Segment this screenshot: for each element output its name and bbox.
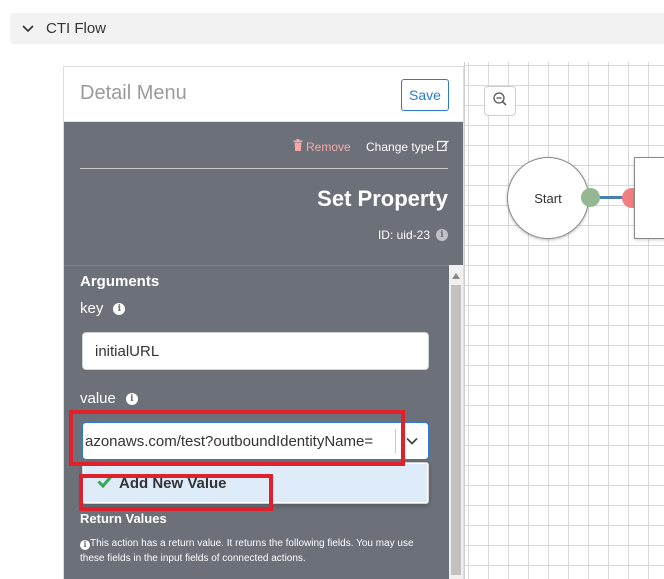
highlight-add-new-value (79, 474, 273, 511)
change-type-button[interactable]: Change type (366, 139, 449, 154)
node-id-text: ID: uid-23 (377, 228, 430, 242)
return-values-heading: Return Values (80, 511, 167, 526)
key-label: key i (80, 300, 126, 317)
highlight-value-field (69, 410, 405, 466)
panel-title: Detail Menu (80, 82, 187, 104)
info-icon: i (80, 539, 90, 550)
start-node[interactable]: Start (507, 157, 589, 239)
set-property-node[interactable] (634, 157, 664, 239)
info-icon[interactable]: i (436, 229, 448, 241)
scrollbar-thumb[interactable] (451, 285, 461, 575)
return-values-description: i This action has a return value. It retu… (80, 536, 440, 566)
info-icon[interactable]: i (125, 392, 138, 405)
panel-scrollbar[interactable] (449, 265, 463, 579)
start-node-label: Start (534, 190, 562, 206)
zoom-out-icon (492, 91, 508, 112)
value-label-text: value (80, 390, 116, 407)
value-label: value i (80, 390, 138, 407)
info-icon[interactable]: i (113, 302, 126, 315)
flow-canvas[interactable] (464, 62, 664, 579)
app-root: CTI Flow Start Detail Menu Save Remove C… (0, 0, 664, 579)
zoom-out-button[interactable] (484, 86, 516, 116)
arguments-heading: Arguments (80, 273, 160, 290)
node-id: ID: uid-23 i (378, 228, 448, 242)
flow-connector (598, 196, 624, 199)
return-values-text: This action has a return value. It retur… (80, 538, 414, 564)
key-label-text: key (80, 300, 104, 317)
section-header-cti-flow[interactable]: CTI Flow (10, 13, 664, 44)
panel-header: Detail Menu Save (64, 67, 463, 122)
change-type-label: Change type (366, 139, 435, 154)
edit-icon (436, 139, 449, 154)
remove-label: Remove (306, 139, 351, 154)
remove-button[interactable]: Remove (293, 139, 351, 154)
section-title: CTI Flow (46, 20, 106, 37)
save-button[interactable]: Save (401, 79, 449, 111)
node-type-title: Set Property (317, 186, 448, 211)
key-input[interactable]: initialURL (82, 332, 429, 370)
chevron-down-icon[interactable] (20, 21, 36, 37)
trash-icon (293, 139, 303, 154)
output-port[interactable] (581, 188, 600, 207)
scroll-up-icon[interactable] (449, 269, 463, 283)
header-divider (80, 168, 448, 169)
